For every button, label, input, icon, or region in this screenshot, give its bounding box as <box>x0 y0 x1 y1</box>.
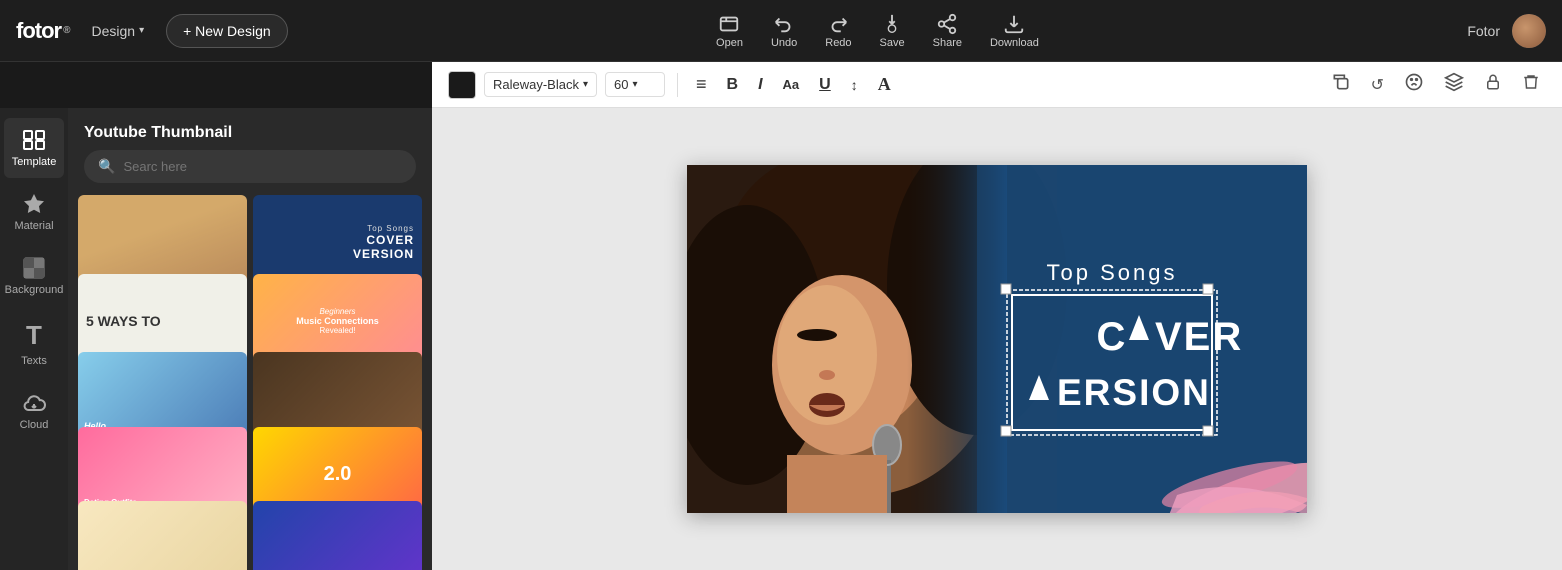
chevron-down-icon: ▾ <box>139 25 144 36</box>
redo-icon <box>827 13 849 35</box>
search-bar[interactable]: 🔍 <box>84 150 416 183</box>
duplicate-button[interactable] <box>1325 68 1357 101</box>
canvas-area: Top Songs C VER ERSION <box>432 108 1562 570</box>
fotor-logo: fotor® <box>16 18 69 44</box>
templates-grid: Cute Cats Top Songs COVER VERSION 5 WAYS… <box>68 195 432 570</box>
trash-icon <box>1522 73 1540 91</box>
download-icon <box>1003 13 1025 35</box>
panel-title: Youtube Thumbnail <box>68 108 432 150</box>
font-size-value: 60 <box>614 77 628 92</box>
top-navigation: fotor® Design ▾ + New Design Open Undo R… <box>0 0 1562 62</box>
template-thumb[interactable]: DESIGN <box>253 501 422 570</box>
undo-icon <box>773 13 795 35</box>
template-label-3: 5 WAYS TO <box>86 313 161 329</box>
font-chevron-icon: ▾ <box>583 79 588 90</box>
design-dropdown-button[interactable]: Design ▾ <box>81 17 154 45</box>
sidebar-item-background[interactable]: Background <box>4 246 64 306</box>
rotate-button[interactable]: ↺ <box>1365 71 1390 99</box>
text-align-button[interactable]: ≡ <box>690 70 713 99</box>
svg-text:C: C <box>1097 315 1128 359</box>
material-label: Material <box>14 220 53 232</box>
texts-label: Texts <box>21 355 47 367</box>
canvas-wrapper: Top Songs C VER ERSION <box>687 165 1307 513</box>
redo-tool[interactable]: Redo <box>825 13 851 49</box>
design-btn-label: Design <box>91 23 135 39</box>
avatar[interactable] <box>1512 14 1546 48</box>
avatar-image <box>1512 14 1546 48</box>
template-label-8: 2.0 <box>324 463 352 486</box>
template-panel: Youtube Thumbnail 🔍 Cute Cats Top Songs … <box>68 108 432 570</box>
main-content: Template Material Background T Texts <box>0 108 1562 570</box>
material-icon <box>22 192 46 216</box>
template-label-2: Top Songs COVER VERSION <box>353 224 414 261</box>
sidebar-item-material[interactable]: Material <box>4 182 64 242</box>
letter-spacing-button[interactable]: ↕ <box>845 73 864 97</box>
download-tool[interactable]: Download <box>990 13 1039 49</box>
logo-text: fotor <box>16 18 61 44</box>
text-color-swatch[interactable] <box>448 71 476 99</box>
search-icon: 🔍 <box>98 158 115 175</box>
bold-button[interactable]: B <box>721 72 745 98</box>
delete-button[interactable] <box>1516 69 1546 100</box>
undo-tool[interactable]: Undo <box>771 13 797 49</box>
new-design-label: + New Design <box>183 23 271 39</box>
lock-button[interactable] <box>1478 69 1508 100</box>
italic-button[interactable]: I <box>752 72 768 98</box>
sidebar-item-cloud[interactable]: Cloud <box>4 381 64 441</box>
format-bar: Raleway-Black ▾ 60 ▾ ≡ B I Aa U ↕ A ↺ <box>432 62 1562 108</box>
sidebar-item-template[interactable]: Template <box>4 118 64 178</box>
background-label: Background <box>5 284 64 296</box>
template-label: Template <box>12 156 57 168</box>
right-format-tools: ↺ <box>1325 68 1546 101</box>
layers-button[interactable] <box>1438 68 1470 101</box>
mask-icon <box>1404 72 1424 92</box>
cloud-icon <box>22 391 46 415</box>
open-tool[interactable]: Open <box>716 13 743 49</box>
text-style-button[interactable]: A <box>872 70 897 99</box>
underline-button[interactable]: U <box>813 72 837 98</box>
sidebar-item-texts[interactable]: T Texts <box>4 310 64 377</box>
lock-icon <box>1484 73 1502 91</box>
share-tool[interactable]: Share <box>933 13 962 49</box>
sidebar: Template Material Background T Texts <box>0 108 68 570</box>
save-tool[interactable]: Save <box>880 13 905 49</box>
duplicate-icon <box>1331 72 1351 92</box>
texts-icon: T <box>26 320 42 351</box>
font-name-label: Raleway-Black <box>493 77 579 92</box>
canvas-svg: Top Songs C VER ERSION <box>687 165 1307 513</box>
user-name: Fotor <box>1467 23 1500 39</box>
share-label: Share <box>933 37 962 49</box>
format-divider-1 <box>677 73 678 97</box>
right-tools: Fotor <box>1467 14 1546 48</box>
download-label: Download <box>990 37 1039 49</box>
search-input[interactable] <box>123 159 402 174</box>
open-label: Open <box>716 37 743 49</box>
svg-text:ERSION: ERSION <box>1057 372 1211 413</box>
svg-text:VER: VER <box>1155 315 1243 359</box>
template-label-4: Beginners Music Connections Revealed! <box>296 307 379 335</box>
size-chevron-icon: ▾ <box>632 79 637 90</box>
template-icon <box>22 128 46 152</box>
new-design-button[interactable]: + New Design <box>166 14 288 48</box>
open-icon <box>718 13 740 35</box>
font-family-selector[interactable]: Raleway-Black ▾ <box>484 72 597 97</box>
svg-text:Top Songs: Top Songs <box>1047 260 1178 285</box>
center-toolbar: Open Undo Redo Save Share <box>300 13 1456 49</box>
template-thumb[interactable] <box>78 501 247 570</box>
logo-sup: ® <box>63 25 69 36</box>
redo-label: Redo <box>825 37 851 49</box>
background-icon <box>22 256 46 280</box>
save-icon <box>881 13 903 35</box>
save-label: Save <box>880 37 905 49</box>
undo-label: Undo <box>771 37 797 49</box>
share-icon <box>936 13 958 35</box>
cloud-label: Cloud <box>20 419 49 431</box>
mask-button[interactable] <box>1398 68 1430 101</box>
aa-button[interactable]: Aa <box>777 73 806 96</box>
layers-icon <box>1444 72 1464 92</box>
font-size-selector[interactable]: 60 ▾ <box>605 72 665 97</box>
